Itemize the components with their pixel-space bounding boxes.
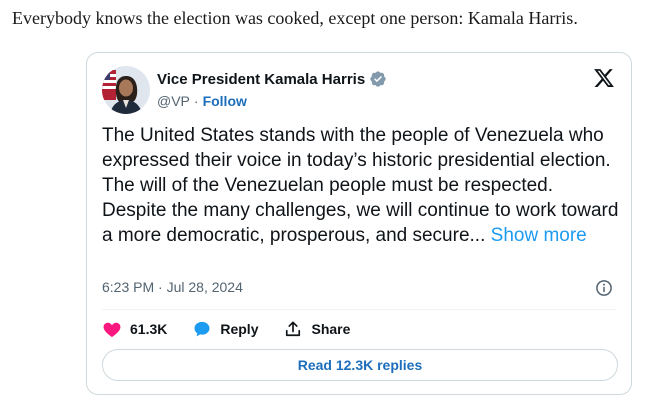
like-count: 61.3K bbox=[130, 321, 168, 337]
show-more-link[interactable]: Show more bbox=[491, 225, 587, 246]
x-logo-icon[interactable] bbox=[593, 67, 615, 89]
tweet-text: The United States stands with the people… bbox=[102, 123, 622, 248]
share-icon bbox=[286, 321, 301, 337]
author-handle[interactable]: @VP bbox=[157, 93, 190, 109]
follow-button[interactable]: Follow bbox=[203, 93, 247, 109]
heart-icon bbox=[103, 322, 121, 337]
tweet-actions: 61.3K Reply Share bbox=[102, 319, 375, 339]
embedded-tweet-card[interactable]: Vice President Kamala Harris @VP · Follo… bbox=[86, 52, 632, 395]
reply-bubble-icon bbox=[194, 321, 210, 337]
verified-badge-icon bbox=[369, 70, 387, 88]
author-name-row[interactable]: Vice President Kamala Harris bbox=[157, 70, 387, 88]
share-label: Share bbox=[311, 321, 351, 337]
reply-button[interactable]: Reply bbox=[192, 319, 258, 339]
author-name[interactable]: Vice President Kamala Harris bbox=[157, 71, 365, 88]
read-replies-button[interactable]: Read 12.3K replies bbox=[102, 349, 618, 381]
avatar[interactable] bbox=[102, 66, 150, 114]
reply-label: Reply bbox=[220, 321, 259, 337]
separator-dot: · bbox=[193, 93, 199, 109]
info-icon[interactable] bbox=[595, 279, 613, 297]
divider bbox=[102, 309, 616, 310]
article-headline: Everybody knows the election was cooked,… bbox=[12, 8, 578, 28]
share-button[interactable]: Share bbox=[283, 319, 350, 339]
handle-row: @VP · Follow bbox=[157, 93, 247, 109]
like-button[interactable]: 61.3K bbox=[102, 319, 167, 339]
tweet-timestamp[interactable]: 6:23 PM · Jul 28, 2024 bbox=[102, 279, 243, 295]
